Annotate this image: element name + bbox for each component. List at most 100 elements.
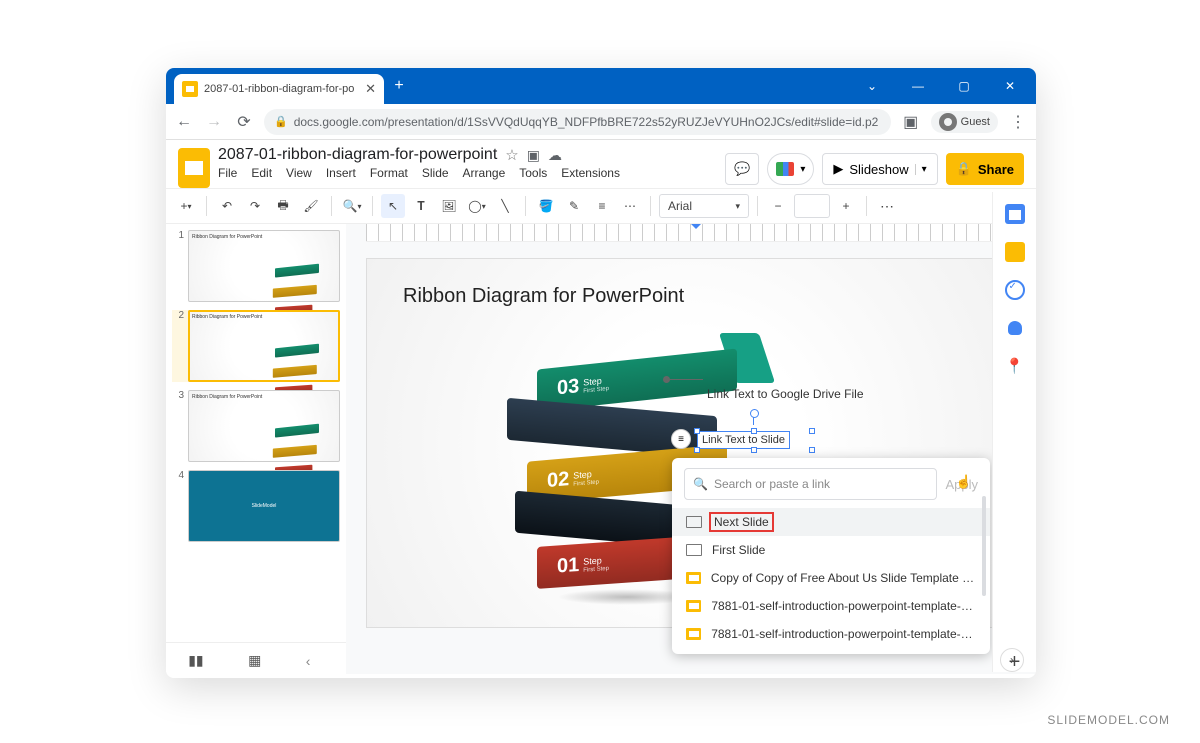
menu-slide[interactable]: Slide bbox=[422, 166, 449, 180]
undo-button[interactable]: ↶ bbox=[215, 194, 239, 218]
paint-format-button[interactable]: 🖌 bbox=[299, 194, 323, 218]
move-folder-icon[interactable]: ▣ bbox=[527, 147, 540, 164]
thumbnail-1[interactable]: Ribbon Diagram for PowerPoint bbox=[188, 230, 340, 302]
keep-icon[interactable] bbox=[1005, 242, 1025, 262]
menu-view[interactable]: View bbox=[286, 166, 312, 180]
select-tool[interactable]: ↖ bbox=[381, 194, 405, 218]
search-icon: 🔍 bbox=[693, 477, 708, 491]
document-title[interactable]: 2087-01-ribbon-diagram-for-powerpoint bbox=[218, 146, 497, 164]
address-bar: ← → ⟳ 🔒 docs.google.com/presentation/d/1… bbox=[166, 104, 1036, 140]
insert-link-popup: 🔍 Search or paste a link Apply Next Slid… bbox=[672, 458, 990, 654]
print-button[interactable]: 🖶 bbox=[271, 194, 295, 218]
shape-tool[interactable]: ◯▾ bbox=[465, 194, 489, 218]
link-search-input[interactable]: 🔍 Search or paste a link bbox=[684, 468, 937, 500]
reading-list-icon[interactable]: ▣ bbox=[901, 112, 921, 132]
chevron-down-icon[interactable]: ⌄ bbox=[852, 69, 892, 103]
selection-handle[interactable] bbox=[694, 447, 700, 453]
reload-button[interactable]: ⟳ bbox=[234, 112, 254, 132]
maximize-button[interactable]: ▢ bbox=[944, 69, 984, 103]
calendar-icon[interactable] bbox=[1005, 204, 1025, 224]
zoom-button[interactable]: 🔍▾ bbox=[340, 194, 364, 218]
horizontal-ruler bbox=[366, 224, 1016, 242]
thumbnail-3[interactable]: Ribbon Diagram for PowerPoint bbox=[188, 390, 340, 462]
collapse-filmstrip-icon[interactable]: ‹ bbox=[306, 653, 324, 669]
lock-icon: 🔒 bbox=[274, 115, 288, 128]
url-input[interactable]: 🔒 docs.google.com/presentation/d/1SsVVQd… bbox=[264, 109, 891, 135]
avatar-icon bbox=[939, 113, 957, 131]
cloud-status-icon[interactable]: ☁ bbox=[548, 147, 562, 164]
minimize-button[interactable]: — bbox=[898, 69, 938, 103]
star-icon[interactable]: ☆ bbox=[505, 146, 518, 164]
watermark: SLIDEMODEL.COM bbox=[1047, 713, 1170, 727]
share-button[interactable]: 🔒 Share bbox=[946, 153, 1024, 185]
comments-button[interactable]: 💬 bbox=[725, 153, 759, 185]
border-weight-button[interactable]: ≡ bbox=[590, 194, 614, 218]
redo-button[interactable]: ↷ bbox=[243, 194, 267, 218]
selection-handle[interactable] bbox=[751, 428, 757, 434]
slide-thumbnails: 1Ribbon Diagram for PowerPoint 2Ribbon D… bbox=[166, 224, 346, 674]
menu-arrange[interactable]: Arrange bbox=[463, 166, 506, 180]
slide-title[interactable]: Ribbon Diagram for PowerPoint bbox=[403, 285, 684, 308]
border-dash-button[interactable]: ⋯ bbox=[618, 194, 642, 218]
link-option-presentation[interactable]: 7881-01-self-introduction-powerpoint-tem… bbox=[672, 620, 990, 648]
link-search-placeholder: Search or paste a link bbox=[714, 477, 830, 491]
text-link-slide[interactable]: Link Text to Slide bbox=[697, 431, 790, 449]
menu-file[interactable]: File bbox=[218, 166, 237, 180]
menu-bar: File Edit View Insert Format Slide Arran… bbox=[218, 166, 717, 180]
forward-button[interactable]: → bbox=[204, 112, 224, 132]
slides-favicon bbox=[182, 81, 198, 97]
menu-format[interactable]: Format bbox=[370, 166, 408, 180]
profile-button[interactable]: Guest bbox=[931, 111, 998, 133]
font-size-input[interactable] bbox=[794, 194, 830, 218]
menu-insert[interactable]: Insert bbox=[326, 166, 356, 180]
meet-icon bbox=[776, 162, 794, 176]
scrollbar[interactable] bbox=[982, 496, 986, 596]
meet-button[interactable]: ▾ bbox=[767, 153, 814, 185]
filmstrip-view-button[interactable]: ▮▮ bbox=[188, 652, 203, 669]
new-tab-button[interactable]: + bbox=[386, 73, 412, 99]
guest-label: Guest bbox=[961, 116, 990, 128]
line-tool[interactable]: ╲ bbox=[493, 194, 517, 218]
back-button[interactable]: ← bbox=[174, 112, 194, 132]
font-size-increase[interactable]: + bbox=[834, 194, 858, 218]
selection-handle[interactable] bbox=[809, 447, 815, 453]
menu-tools[interactable]: Tools bbox=[519, 166, 547, 180]
selection-handle[interactable] bbox=[694, 428, 700, 434]
link-option-first-slide[interactable]: First Slide bbox=[672, 536, 990, 564]
menu-edit[interactable]: Edit bbox=[251, 166, 272, 180]
thumbnail-4[interactable]: SlideModel bbox=[188, 470, 340, 542]
image-tool[interactable]: 🖼 bbox=[437, 194, 461, 218]
tab-close-icon[interactable]: ✕ bbox=[365, 81, 376, 97]
hide-side-panel-button[interactable]: › bbox=[1000, 648, 1024, 672]
slides-file-icon bbox=[686, 572, 701, 584]
titlebar: 2087-01-ribbon-diagram-for-po ✕ + ⌄ — ▢ … bbox=[166, 68, 1036, 104]
new-slide-button[interactable]: +▾ bbox=[174, 194, 198, 218]
slides-logo[interactable] bbox=[178, 148, 210, 188]
browser-tab[interactable]: 2087-01-ribbon-diagram-for-po ✕ bbox=[174, 74, 384, 104]
thumbnail-2[interactable]: Ribbon Diagram for PowerPoint bbox=[188, 310, 340, 382]
text-link-gdrive[interactable]: Link Text to Google Drive File bbox=[707, 387, 864, 401]
selection-handle[interactable] bbox=[809, 428, 815, 434]
link-option-presentation[interactable]: 7881-01-self-introduction-powerpoint-tem… bbox=[672, 592, 990, 620]
text-box-tool[interactable]: 𝐓 bbox=[409, 194, 433, 218]
font-selector[interactable]: Arial▾ bbox=[659, 194, 749, 218]
grid-view-button[interactable]: ▦ bbox=[248, 652, 261, 669]
rotation-handle[interactable] bbox=[753, 415, 754, 425]
maps-icon[interactable]: 📍 bbox=[1005, 356, 1025, 376]
fill-color-button[interactable]: 🪣 bbox=[534, 194, 558, 218]
view-switcher: ▮▮ ▦ ‹ bbox=[166, 642, 346, 678]
drag-handle-icon[interactable]: ≡ bbox=[671, 429, 691, 449]
font-size-decrease[interactable]: − bbox=[766, 194, 790, 218]
url-text: docs.google.com/presentation/d/1SsVVQdUq… bbox=[294, 115, 879, 129]
menu-extensions[interactable]: Extensions bbox=[561, 166, 620, 180]
more-tools-button[interactable]: ⋯ bbox=[875, 194, 899, 218]
slideshow-button[interactable]: ▶ Slideshow ▾ bbox=[822, 153, 937, 185]
close-button[interactable]: ✕ bbox=[990, 69, 1030, 103]
link-option-presentation[interactable]: Copy of Copy of Free About Us Slide Temp… bbox=[672, 564, 990, 592]
kebab-menu-icon[interactable]: ⋮ bbox=[1008, 112, 1028, 132]
border-color-button[interactable]: ✎ bbox=[562, 194, 586, 218]
link-option-next-slide[interactable]: Next Slide ☝ bbox=[672, 508, 990, 536]
tasks-icon[interactable] bbox=[1005, 280, 1025, 300]
contacts-icon[interactable] bbox=[1005, 318, 1025, 338]
selection-handle[interactable] bbox=[751, 447, 757, 453]
